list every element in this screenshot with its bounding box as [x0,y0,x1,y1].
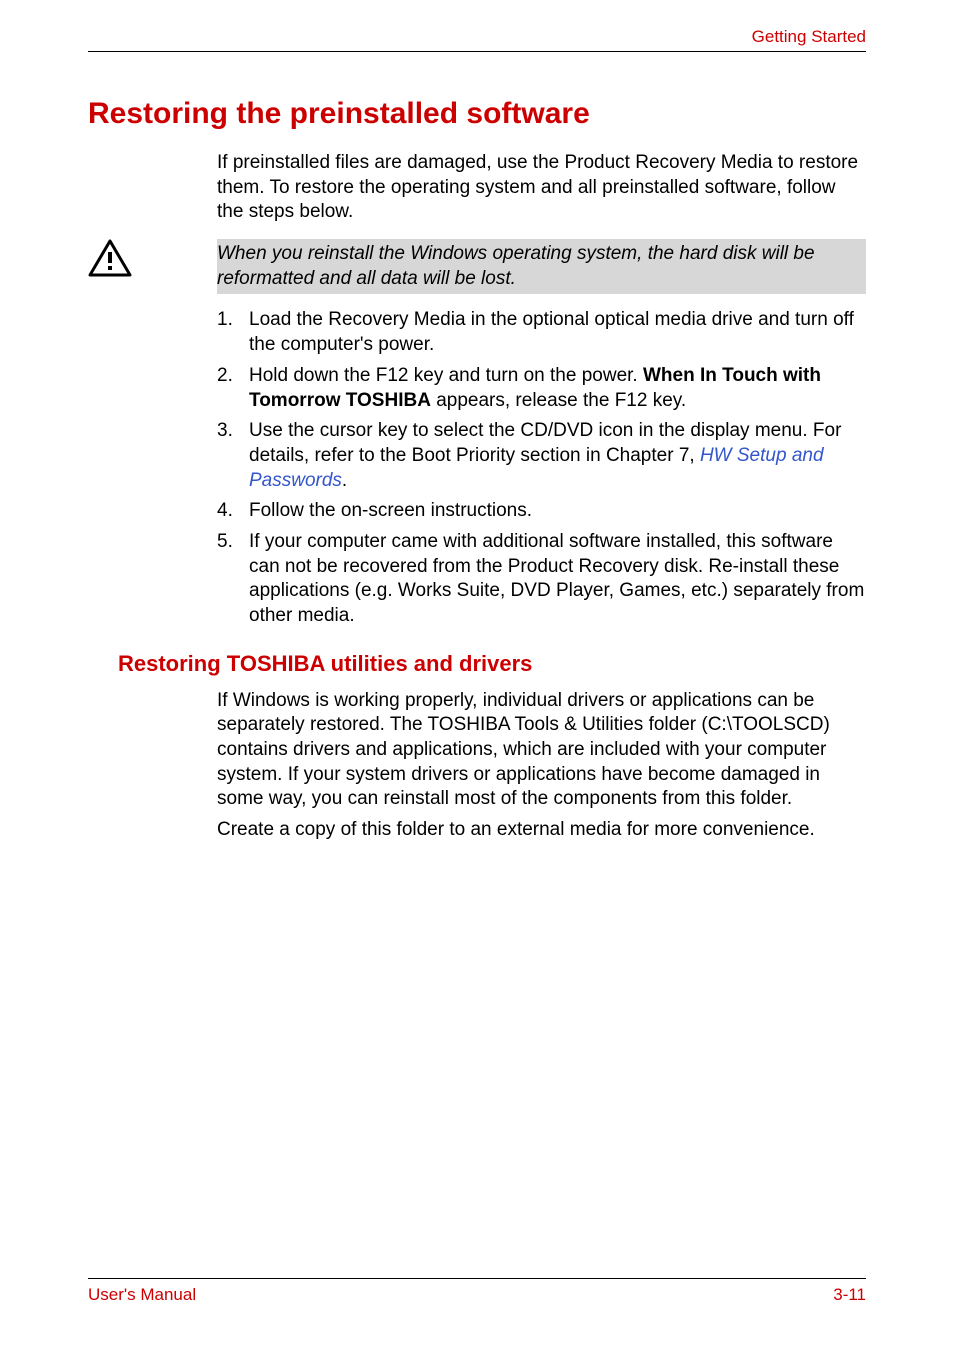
subsection-paragraph-1: If Windows is working properly, individu… [217,689,866,812]
subsection-title: Restoring TOSHIBA utilities and drivers [118,651,866,677]
subsection-paragraph-2: Create a copy of this folder to an exter… [217,818,866,843]
page-footer: User's Manual 3-11 [88,1278,866,1305]
list-item: 5. If your computer came with additional… [217,530,866,629]
step-number: 4. [217,499,249,524]
list-item: 2. Hold down the F12 key and turn on the… [217,364,866,413]
caution-text: When you reinstall the Windows operating… [217,239,866,294]
page-header: Getting Started [88,27,866,52]
section-title: Restoring the preinstalled software [88,97,866,131]
step-number: 3. [217,419,249,493]
intro-paragraph: If preinstalled files are damaged, use t… [217,151,866,225]
caution-callout: When you reinstall the Windows operating… [88,239,866,294]
step-text: Load the Recovery Media in the optional … [249,308,866,357]
step-text: Use the cursor key to select the CD/DVD … [249,419,866,493]
header-section-name: Getting Started [752,27,866,46]
step-number: 2. [217,364,249,413]
list-item: 3. Use the cursor key to select the CD/D… [217,419,866,493]
footer-right: 3-11 [833,1285,866,1305]
ordered-steps: 1. Load the Recovery Media in the option… [217,308,866,628]
step-number: 1. [217,308,249,357]
step-text: Follow the on-screen instructions. [249,499,866,524]
step-text: Hold down the F12 key and turn on the po… [249,364,866,413]
step-number: 5. [217,530,249,629]
footer-left: User's Manual [88,1285,196,1305]
caution-icon [88,239,132,279]
list-item: 1. Load the Recovery Media in the option… [217,308,866,357]
list-item: 4. Follow the on-screen instructions. [217,499,866,524]
step-text: If your computer came with additional so… [249,530,866,629]
